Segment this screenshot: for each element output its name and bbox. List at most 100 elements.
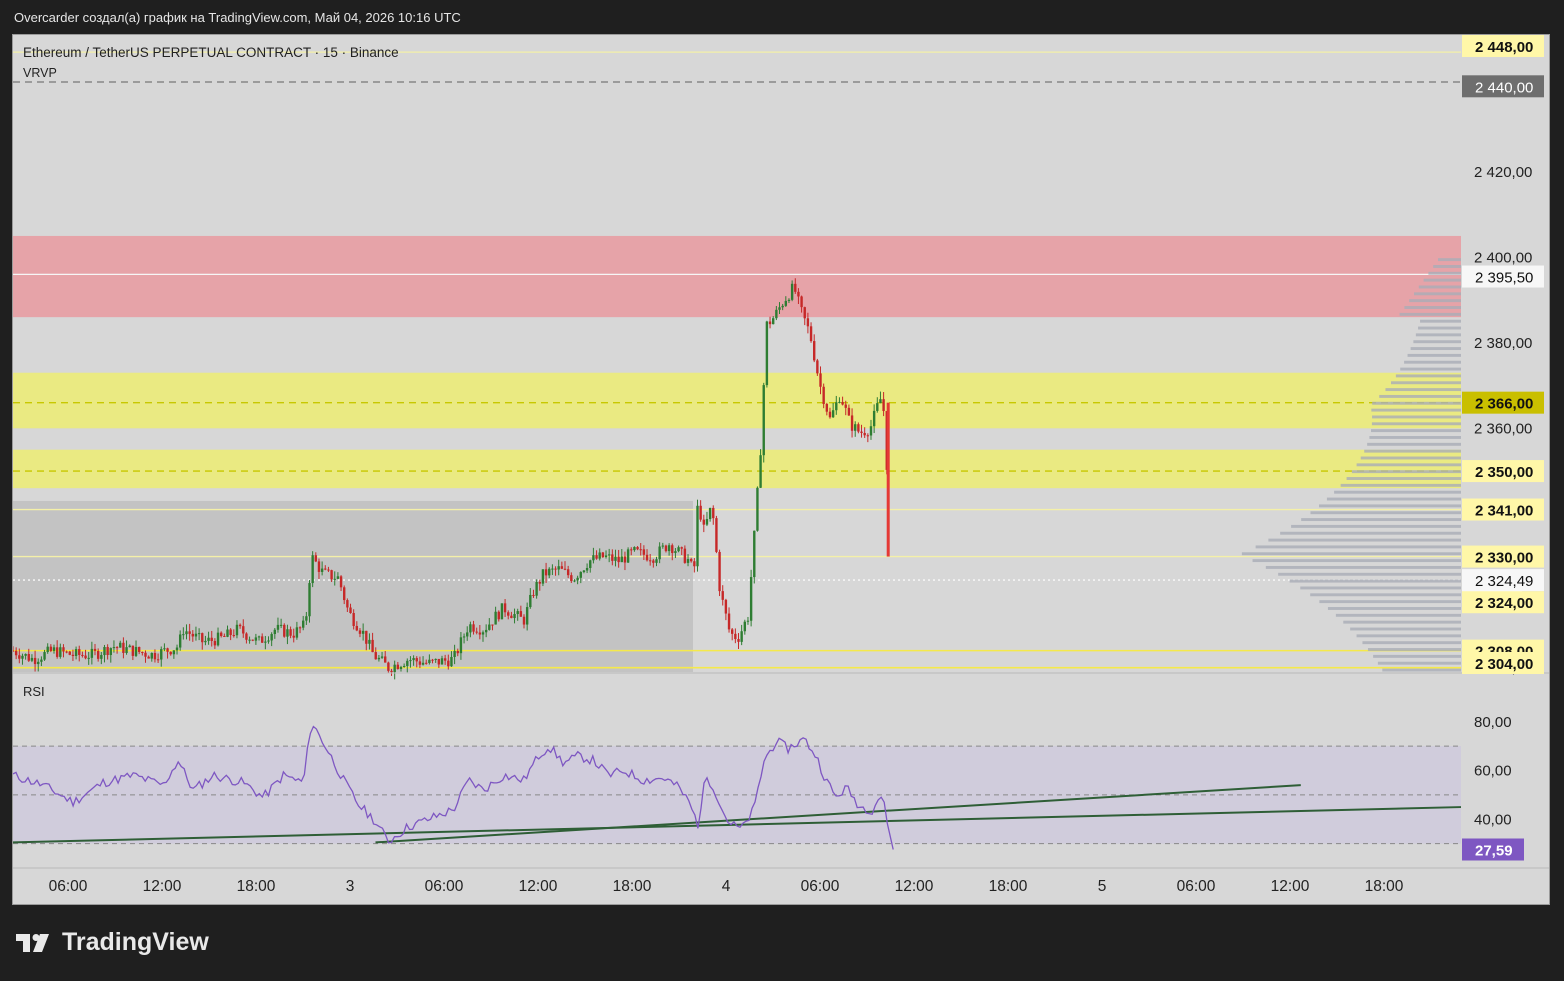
volume-profile-bar xyxy=(1268,538,1461,542)
candle-body xyxy=(642,549,646,555)
candle-body xyxy=(680,547,683,549)
rsi-value-label: 27,59 xyxy=(1475,842,1513,859)
candle-body xyxy=(18,655,21,659)
candle-body xyxy=(305,616,308,621)
candle-body xyxy=(743,621,747,632)
candle-body xyxy=(43,652,46,660)
candle-body xyxy=(355,625,359,631)
tradingview-brand[interactable]: TradingView xyxy=(16,928,209,957)
candle-body xyxy=(475,631,478,633)
candle-body xyxy=(100,655,103,659)
candle-body xyxy=(425,662,428,664)
candle-body xyxy=(718,551,721,592)
time-axis-tick: 18:00 xyxy=(613,878,652,895)
candle-body xyxy=(251,639,254,641)
candle-body xyxy=(257,636,261,638)
candle-body xyxy=(396,664,400,670)
candle-body xyxy=(664,545,668,552)
candle-body xyxy=(879,399,882,404)
volume-profile-bar xyxy=(1255,545,1461,549)
candle-body xyxy=(298,627,302,629)
candle-body xyxy=(623,556,627,563)
candle-body xyxy=(122,642,125,653)
volume-profile-bar xyxy=(1291,524,1461,528)
candle-body xyxy=(90,648,94,658)
candle-body xyxy=(806,318,810,327)
candle-body xyxy=(794,283,797,292)
candle-body xyxy=(693,561,696,567)
time-axis-tick: 12:00 xyxy=(143,878,182,895)
candle-body xyxy=(156,659,160,661)
candle-body xyxy=(96,650,100,659)
chart-attribution: Overcarder создал(а) график на TradingVi… xyxy=(14,10,461,25)
candle-body xyxy=(535,582,538,596)
candle-body xyxy=(352,613,355,626)
volume-profile-bar xyxy=(1395,374,1461,378)
candle-body xyxy=(191,633,194,637)
candle-body xyxy=(264,641,267,643)
candle-body xyxy=(522,616,526,625)
candle-body xyxy=(59,647,62,657)
candle-body xyxy=(204,640,207,643)
candle-body xyxy=(507,612,510,616)
candle-body xyxy=(813,341,816,361)
candle-body xyxy=(548,568,551,576)
volume-profile-bar xyxy=(1415,333,1461,337)
volume-profile-bar xyxy=(1371,422,1461,426)
candle-body xyxy=(734,633,737,640)
candle-body xyxy=(68,651,71,655)
volume-profile-bar xyxy=(1364,449,1461,453)
candle-body xyxy=(573,580,576,582)
candle-body xyxy=(150,653,153,659)
price-label: 2 395,50 xyxy=(1475,270,1533,287)
volume-profile-bar xyxy=(1418,326,1461,330)
candle-body xyxy=(349,607,352,614)
candle-body xyxy=(835,402,838,411)
volume-profile-bar xyxy=(1382,668,1461,672)
candle-body xyxy=(443,658,447,661)
candle-body xyxy=(838,401,841,403)
rsi-axis-tick: 40,00 xyxy=(1474,811,1512,828)
candle-body xyxy=(333,578,336,580)
candle-body xyxy=(276,624,280,630)
price-and-rsi-chart[interactable]: 80,00 60,00 40,00 27,59 2 420,00 2 400,00 2 3… xyxy=(13,35,1550,905)
candle-body xyxy=(248,639,251,641)
candle-body xyxy=(797,291,800,297)
candle-body xyxy=(185,631,188,635)
candle-body xyxy=(399,666,403,670)
price-label: 2 330,00 xyxy=(1475,550,1533,567)
candle-body xyxy=(428,659,431,663)
tradingview-logo-icon xyxy=(16,933,49,952)
candle-body xyxy=(320,568,324,572)
candle-body xyxy=(674,551,677,553)
candle-body xyxy=(343,587,346,601)
vrvp-legend[interactable]: VRVP xyxy=(23,66,57,80)
candle-body xyxy=(582,570,586,573)
candle-body xyxy=(153,653,157,660)
candle-body xyxy=(314,555,318,562)
time-axis-tick: 06:00 xyxy=(801,878,840,895)
candle-body xyxy=(604,555,608,558)
candle-body xyxy=(311,555,314,584)
candle-body xyxy=(431,659,434,661)
candle-body xyxy=(24,653,27,656)
candle-body xyxy=(844,404,847,408)
volume-profile-bar xyxy=(1420,319,1461,323)
candle-body xyxy=(273,629,277,635)
candle-body xyxy=(21,655,24,659)
candle-body xyxy=(365,630,368,644)
candle-body xyxy=(484,629,488,633)
candle-body xyxy=(115,647,119,649)
candle-body xyxy=(74,649,78,656)
time-axis-tick: 12:00 xyxy=(895,878,934,895)
time-axis-tick: 06:00 xyxy=(1177,878,1216,895)
volume-profile-bar xyxy=(1310,593,1461,597)
chart-area[interactable]: 80,00 60,00 40,00 27,59 2 420,00 2 400,00 2 3… xyxy=(12,34,1550,905)
candle-body xyxy=(229,629,232,636)
consolidation-box xyxy=(13,500,693,672)
symbol-legend[interactable]: Ethereum / TetherUS PERPETUAL CONTRACT ·… xyxy=(23,45,399,60)
candle-body xyxy=(655,559,658,563)
zone-resistance xyxy=(13,235,1461,318)
rsi-legend[interactable]: RSI xyxy=(23,684,45,699)
candle-body xyxy=(216,632,220,646)
